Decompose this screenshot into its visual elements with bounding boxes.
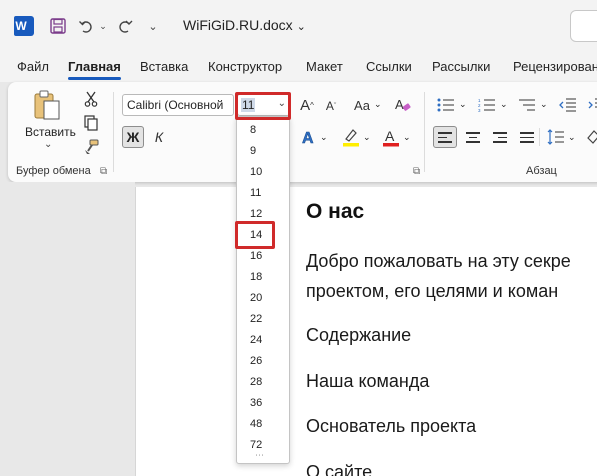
undo-dropdown-icon[interactable]: ⌄: [98, 14, 108, 38]
ribbon-home: Вставить ⌄ Буфер обмена ⧉ Calibri (Основ…: [8, 82, 597, 182]
paragraph-group-label: Абзац: [526, 165, 557, 177]
doc-paragraph-line[interactable]: Добро пожаловать на эту секре: [306, 251, 571, 272]
doc-heading[interactable]: О нас: [306, 200, 364, 224]
paste-button-label[interactable]: Вставить: [25, 125, 76, 139]
numbering-icon[interactable]: 123: [476, 94, 498, 116]
doc-paragraph-line[interactable]: проектом, его целями и коман: [306, 281, 558, 302]
font-size-option[interactable]: 24: [237, 330, 289, 351]
tab-home[interactable]: Главная: [68, 59, 121, 80]
bullets-dropdown-icon[interactable]: ⌄: [459, 99, 467, 110]
align-right-icon[interactable]: [489, 126, 511, 148]
tab-mailings[interactable]: Рассылки: [432, 59, 490, 74]
multilevel-dropdown-icon[interactable]: ⌄: [540, 99, 548, 110]
font-launcher-icon[interactable]: ⧉: [413, 166, 420, 177]
change-case-icon[interactable]: Aa: [351, 94, 373, 116]
font-size-option[interactable]: 28: [237, 372, 289, 393]
font-name-combobox[interactable]: Calibri (Основной: [122, 94, 234, 116]
format-painter-icon[interactable]: [82, 138, 100, 156]
group-divider: [424, 92, 425, 172]
bold-button[interactable]: Ж: [122, 126, 144, 148]
tab-references[interactable]: Ссылки: [366, 59, 412, 74]
doc-list-item[interactable]: Содержание: [306, 325, 411, 346]
shading-icon[interactable]: [582, 126, 597, 148]
ribbon-tabs: Файл Главная Вставка Конструктор Макет С…: [0, 52, 597, 82]
font-size-option[interactable]: 9: [237, 141, 289, 162]
tab-design[interactable]: Конструктор: [208, 59, 282, 74]
paste-icon[interactable]: [30, 88, 64, 122]
multilevel-list-icon[interactable]: [516, 94, 538, 116]
font-size-option[interactable]: 20: [237, 288, 289, 309]
doc-list-item[interactable]: Основатель проекта: [306, 416, 476, 437]
numbering-dropdown-icon[interactable]: ⌄: [500, 99, 508, 110]
bullets-icon[interactable]: [435, 94, 457, 116]
save-icon[interactable]: [48, 14, 68, 38]
font-size-option[interactable]: 16: [237, 246, 289, 267]
decrease-indent-icon[interactable]: [557, 94, 579, 116]
chevron-down-icon[interactable]: ⌄: [278, 98, 286, 109]
font-color-icon[interactable]: A: [381, 126, 401, 148]
svg-text:A: A: [302, 130, 314, 146]
undo-icon[interactable]: [76, 14, 96, 38]
font-color-dropdown-icon[interactable]: ⌄: [403, 132, 411, 143]
font-size-option[interactable]: 18: [237, 267, 289, 288]
copy-icon[interactable]: [82, 114, 100, 132]
font-size-combobox[interactable]: 11 ⌄: [237, 94, 290, 116]
font-size-option-highlighted[interactable]: 14: [237, 225, 289, 246]
document-page[interactable]: О нас Добро пожаловать на эту секре прое…: [135, 187, 597, 476]
customize-qat-icon[interactable]: ⌄: [146, 14, 160, 38]
line-spacing-dropdown-icon[interactable]: ⌄: [568, 132, 576, 143]
text-effects-dropdown-icon[interactable]: ⌄: [320, 132, 328, 143]
clipboard-launcher-icon[interactable]: ⧉: [100, 166, 107, 177]
clipboard-group-label: Буфер обмена: [16, 165, 91, 177]
align-left-icon: [438, 132, 452, 146]
svg-text:A: A: [385, 128, 395, 144]
change-case-dropdown-icon[interactable]: ⌄: [374, 99, 382, 110]
tab-layout[interactable]: Макет: [306, 59, 343, 74]
doc-list-item[interactable]: Наша команда: [306, 371, 429, 392]
tab-review[interactable]: Рецензирован: [513, 59, 597, 74]
doc-list-item[interactable]: О сайте: [306, 462, 372, 476]
title-bar: W ⌄ ⌄ WiFiGiD.RU.docx ⌄: [0, 0, 597, 52]
font-size-option[interactable]: 12: [237, 204, 289, 225]
font-size-option[interactable]: 10: [237, 162, 289, 183]
increase-indent-icon[interactable]: [586, 94, 597, 116]
font-size-option[interactable]: 22: [237, 309, 289, 330]
text-effects-icon[interactable]: A: [300, 126, 318, 148]
document-title[interactable]: WiFiGiD.RU.docx ⌄: [183, 17, 306, 33]
font-size-value: 11: [241, 98, 256, 112]
font-size-option[interactable]: 11: [237, 183, 289, 204]
search-box[interactable]: [570, 10, 597, 42]
redo-icon[interactable]: [115, 14, 135, 38]
canvas-margin: [0, 182, 135, 476]
align-left-button[interactable]: [433, 126, 457, 148]
italic-button[interactable]: К: [150, 126, 168, 148]
cut-icon[interactable]: [82, 90, 100, 108]
highlight-dropdown-icon[interactable]: ⌄: [363, 132, 371, 143]
grow-font-icon[interactable]: A ^: [298, 94, 316, 116]
tab-insert[interactable]: Вставка: [140, 59, 188, 74]
font-size-option[interactable]: 26: [237, 351, 289, 372]
group-divider: [113, 92, 114, 172]
word-app-icon: W: [14, 16, 38, 36]
svg-text:A: A: [395, 97, 404, 112]
paste-dropdown-icon[interactable]: ⌄: [44, 139, 52, 150]
resize-grip-icon[interactable]: ⋯: [255, 450, 265, 461]
font-size-dropdown: 8 9 10 11 12 14 16 18 20 22 24 26 28 36 …: [236, 116, 290, 464]
line-spacing-icon[interactable]: [545, 126, 567, 148]
justify-icon[interactable]: [516, 126, 538, 148]
tab-file[interactable]: Файл: [17, 59, 49, 74]
svg-text:3: 3: [478, 108, 481, 112]
font-size-option[interactable]: 36: [237, 393, 289, 414]
divider: [539, 128, 540, 146]
shrink-font-icon[interactable]: Aˇ: [322, 96, 340, 116]
highlight-color-icon[interactable]: [341, 126, 361, 148]
clear-formatting-icon[interactable]: A: [393, 94, 413, 116]
font-size-option[interactable]: 48: [237, 414, 289, 435]
font-size-option[interactable]: 8: [237, 120, 289, 141]
align-center-icon[interactable]: [462, 126, 484, 148]
